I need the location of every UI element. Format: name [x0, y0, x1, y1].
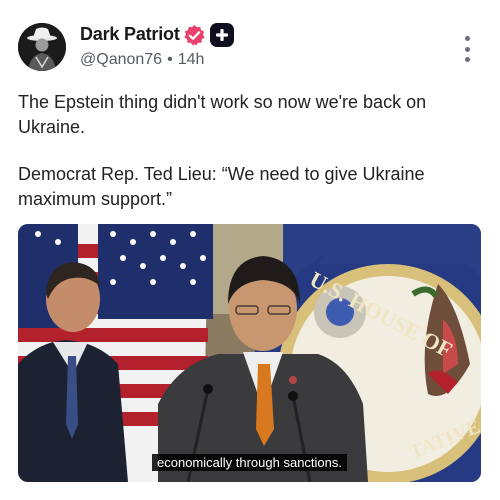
author-name[interactable]: Dark Patriot — [80, 24, 180, 45]
more-dot-icon — [464, 36, 470, 41]
post-card: Dark Patriot @Qanon76 • 14h The Epstein th… — [0, 0, 500, 500]
video-player[interactable]: U.S. HOUSE OF TATIVE economically throug… — [18, 224, 481, 482]
plus-badge-icon — [210, 23, 234, 47]
caption-text: economically through sanctions. — [152, 454, 347, 471]
more-dot-icon — [464, 57, 470, 62]
avatar-icon — [18, 23, 66, 71]
more-dot-icon — [464, 46, 470, 52]
avatar[interactable] — [18, 23, 66, 71]
post-paragraph: Democrat Rep. Ted Lieu: “We need to give… — [18, 164, 425, 209]
video-caption: economically through sanctions. — [18, 454, 481, 472]
post-paragraph: The Epstein thing didn't work so now we'… — [18, 92, 427, 137]
post-body: The Epstein thing didn't work so now we'… — [18, 90, 480, 211]
meta-separator: • — [167, 51, 173, 68]
verified-badge-icon — [184, 24, 205, 46]
more-options-button[interactable] — [457, 36, 477, 62]
post-timestamp[interactable]: 14h — [178, 51, 205, 68]
author-handle[interactable]: @Qanon76 — [80, 51, 162, 68]
video-frame: U.S. HOUSE OF TATIVE — [18, 224, 481, 482]
author-meta: @Qanon76 • 14h — [80, 51, 204, 69]
